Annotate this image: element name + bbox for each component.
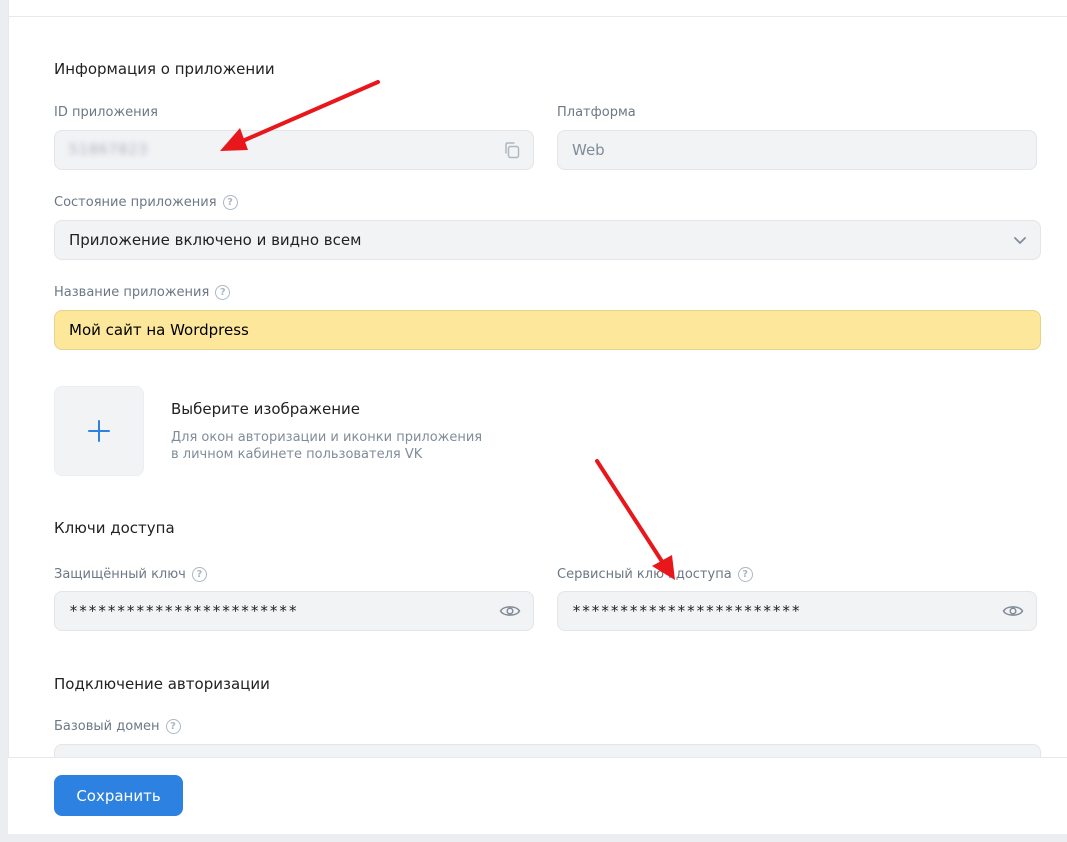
annotation-arrows (220, 80, 675, 580)
annotation-arrow-app-id (220, 80, 380, 151)
annotation-arrow-service-key (595, 459, 675, 580)
